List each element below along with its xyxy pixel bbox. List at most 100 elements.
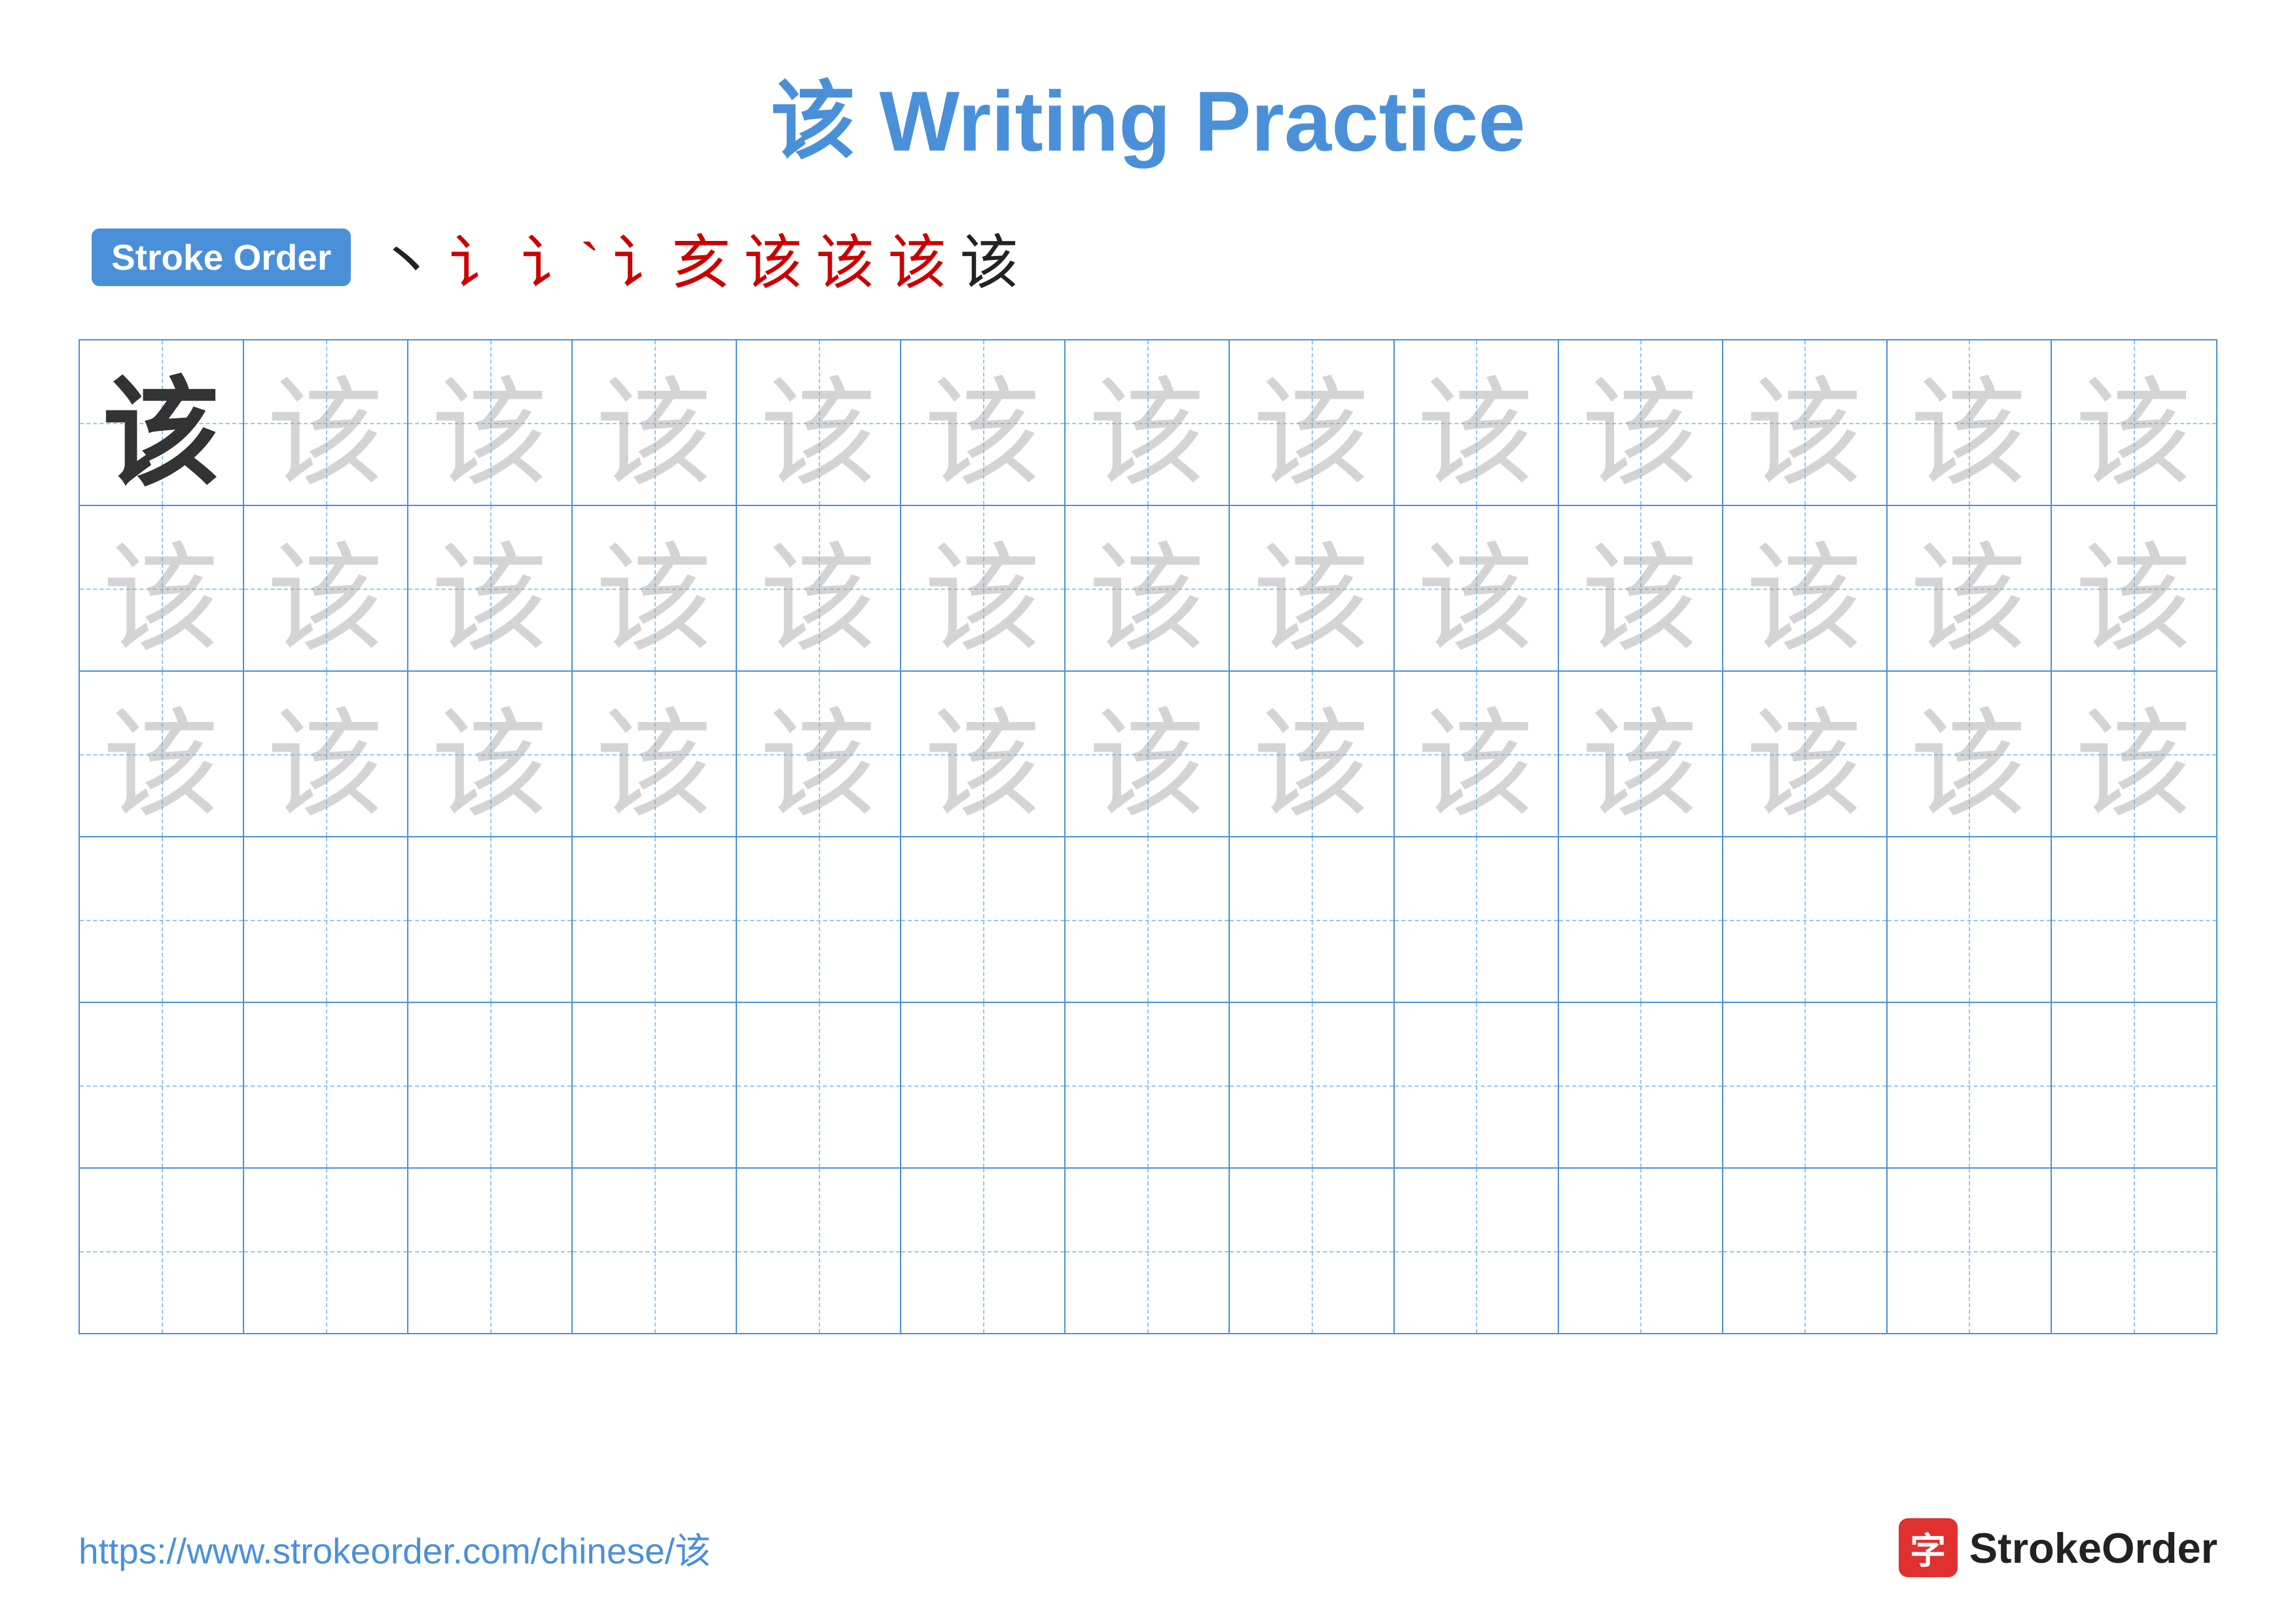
grid-cell-0-2[interactable]: 该	[408, 340, 573, 505]
grid-cell-4-2[interactable]	[408, 1003, 573, 1167]
grid-cell-5-8[interactable]	[1395, 1169, 1559, 1333]
cell-character: 该	[760, 337, 878, 508]
grid-cell-2-10[interactable]: 该	[1723, 672, 1888, 836]
stroke-step-5: 该	[816, 215, 874, 300]
grid-cell-3-5[interactable]	[901, 837, 1066, 1002]
grid-cell-2-7[interactable]: 该	[1230, 672, 1394, 836]
grid-cell-4-8[interactable]	[1395, 1003, 1559, 1167]
grid-cell-3-2[interactable]	[408, 837, 573, 1002]
grid-cell-5-10[interactable]	[1723, 1169, 1888, 1333]
stroke-step-0: 丶	[377, 215, 436, 300]
grid-cell-5-3[interactable]	[573, 1169, 737, 1333]
grid-cell-1-7[interactable]: 该	[1230, 506, 1394, 670]
cell-character: 该	[1910, 337, 2028, 508]
grid-cell-5-0[interactable]	[80, 1169, 244, 1333]
cell-character: 该	[1746, 503, 1863, 674]
grid-row-1: 该该该该该该该该该该该该该	[80, 506, 2216, 672]
grid-row-3	[80, 837, 2216, 1003]
grid-cell-0-8[interactable]: 该	[1395, 340, 1559, 505]
grid-cell-0-3[interactable]: 该	[573, 340, 737, 505]
grid-cell-4-10[interactable]	[1723, 1003, 1888, 1167]
grid-cell-5-2[interactable]	[408, 1169, 573, 1333]
grid-cell-1-10[interactable]: 该	[1723, 506, 1888, 670]
grid-cell-0-6[interactable]: 该	[1066, 340, 1230, 505]
grid-cell-5-4[interactable]	[737, 1169, 901, 1333]
grid-cell-2-1[interactable]: 该	[244, 672, 408, 836]
grid-cell-3-3[interactable]	[573, 837, 737, 1002]
cell-character: 该	[1253, 503, 1371, 674]
grid-cell-5-11[interactable]	[1888, 1169, 2052, 1333]
grid-cell-1-0[interactable]: 该	[80, 506, 244, 670]
grid-cell-1-5[interactable]: 该	[901, 506, 1066, 670]
grid-cell-0-5[interactable]: 该	[901, 340, 1066, 505]
grid-cell-3-11[interactable]	[1888, 837, 2052, 1002]
grid-cell-3-9[interactable]	[1559, 837, 1723, 1002]
grid-cell-2-2[interactable]: 该	[408, 672, 573, 836]
cell-character: 该	[1581, 668, 1699, 839]
grid-cell-1-2[interactable]: 该	[408, 506, 573, 670]
cell-character: 该	[103, 337, 221, 508]
grid-cell-4-6[interactable]	[1066, 1003, 1230, 1167]
grid-cell-3-8[interactable]	[1395, 837, 1559, 1002]
grid-cell-0-7[interactable]: 该	[1230, 340, 1394, 505]
grid-cell-4-5[interactable]	[901, 1003, 1066, 1167]
grid-cell-4-1[interactable]	[244, 1003, 408, 1167]
grid-cell-5-9[interactable]	[1559, 1169, 1723, 1333]
grid-cell-3-4[interactable]	[737, 837, 901, 1002]
grid-cell-4-9[interactable]	[1559, 1003, 1723, 1167]
grid-cell-3-6[interactable]	[1066, 837, 1230, 1002]
grid-cell-1-12[interactable]: 该	[2052, 506, 2216, 670]
grid-cell-1-9[interactable]: 该	[1559, 506, 1723, 670]
cell-character: 该	[1088, 503, 1206, 674]
cell-character: 该	[1088, 668, 1206, 839]
grid-cell-2-11[interactable]: 该	[1888, 672, 2052, 836]
grid-cell-1-11[interactable]: 该	[1888, 506, 2052, 670]
grid-cell-5-6[interactable]	[1066, 1169, 1230, 1333]
grid-cell-4-11[interactable]	[1888, 1003, 2052, 1167]
grid-cell-0-11[interactable]: 该	[1888, 340, 2052, 505]
grid-cell-0-1[interactable]: 该	[244, 340, 408, 505]
grid-cell-3-1[interactable]	[244, 837, 408, 1002]
grid-cell-5-7[interactable]	[1230, 1169, 1394, 1333]
logo-icon: 字	[1899, 1518, 1958, 1577]
grid-cell-2-3[interactable]: 该	[573, 672, 737, 836]
grid-cell-0-9[interactable]: 该	[1559, 340, 1723, 505]
grid-cell-2-4[interactable]: 该	[737, 672, 901, 836]
grid-cell-5-5[interactable]	[901, 1169, 1066, 1333]
grid-cell-0-12[interactable]: 该	[2052, 340, 2216, 505]
grid-cell-4-12[interactable]	[2052, 1003, 2216, 1167]
grid-cell-1-3[interactable]: 该	[573, 506, 737, 670]
grid-cell-0-4[interactable]: 该	[737, 340, 901, 505]
grid-cell-0-10[interactable]: 该	[1723, 340, 1888, 505]
cell-character: 该	[1253, 337, 1371, 508]
page-title: 该 Writing Practice	[79, 52, 2217, 175]
grid-cell-4-0[interactable]	[80, 1003, 244, 1167]
grid-cell-4-4[interactable]	[737, 1003, 901, 1167]
grid-cell-5-12[interactable]	[2052, 1169, 2216, 1333]
grid-cell-5-1[interactable]	[244, 1169, 408, 1333]
grid-cell-4-7[interactable]	[1230, 1003, 1394, 1167]
grid-cell-2-12[interactable]: 该	[2052, 672, 2216, 836]
cell-character: 该	[2075, 668, 2193, 839]
grid-cell-1-1[interactable]: 该	[244, 506, 408, 670]
footer-logo: 字 StrokeOrder	[1899, 1518, 2217, 1577]
grid-cell-1-8[interactable]: 该	[1395, 506, 1559, 670]
cell-character: 该	[760, 668, 878, 839]
grid-cell-3-7[interactable]	[1230, 837, 1394, 1002]
footer-url[interactable]: https://www.strokeorder.com/chinese/该	[79, 1522, 711, 1574]
grid-cell-2-9[interactable]: 该	[1559, 672, 1723, 836]
grid-cell-2-0[interactable]: 该	[80, 672, 244, 836]
grid-cell-0-0[interactable]: 该	[80, 340, 244, 505]
grid-cell-3-10[interactable]	[1723, 837, 1888, 1002]
grid-cell-3-12[interactable]	[2052, 837, 2216, 1002]
cell-character: 该	[1088, 337, 1206, 508]
grid-cell-1-6[interactable]: 该	[1066, 506, 1230, 670]
grid-cell-2-6[interactable]: 该	[1066, 672, 1230, 836]
logo-text: StrokeOrder	[1969, 1523, 2217, 1573]
grid-cell-2-5[interactable]: 该	[901, 672, 1066, 836]
cell-character: 该	[1910, 668, 2028, 839]
grid-cell-2-8[interactable]: 该	[1395, 672, 1559, 836]
grid-cell-1-4[interactable]: 该	[737, 506, 901, 670]
grid-cell-3-0[interactable]	[80, 837, 244, 1002]
grid-cell-4-3[interactable]	[573, 1003, 737, 1167]
